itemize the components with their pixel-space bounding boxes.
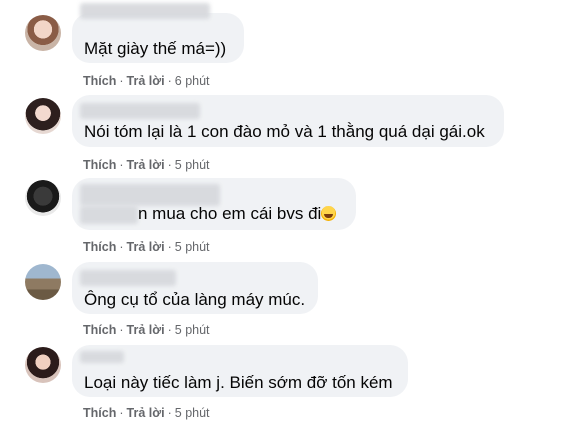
comment-text: Ông cụ tổ của làng máy múc. bbox=[84, 290, 306, 309]
blurred-name bbox=[80, 206, 138, 224]
comment-time[interactable]: 5 phút bbox=[175, 323, 210, 337]
comment-text: Nói tóm lại là 1 con đào mỏ và 1 thằng q… bbox=[84, 122, 485, 141]
comment-text-content: n mua cho em cái bvs đi bbox=[138, 204, 322, 223]
separator-dot: · bbox=[167, 240, 172, 254]
comment-actions: Thích · Trả lời · 6 phút bbox=[83, 74, 210, 88]
comment-bubble: Mặt giày thế má=)) bbox=[72, 3, 244, 63]
like-button[interactable]: Thích bbox=[83, 406, 116, 420]
like-button[interactable]: Thích bbox=[83, 240, 116, 254]
comment-bubble: n mua cho em cái bvs đi bbox=[72, 178, 356, 230]
separator-dot: · bbox=[167, 158, 172, 172]
like-button[interactable]: Thích bbox=[83, 74, 116, 88]
blurred-name bbox=[80, 351, 124, 363]
comment-actions: Thích · Trả lời · 5 phút bbox=[83, 158, 210, 172]
comment-text: Mặt giày thế má=)) bbox=[84, 39, 227, 58]
rofl-emoji-icon bbox=[321, 206, 337, 221]
comment-actions: Thích · Trả lời · 5 phút bbox=[83, 323, 210, 337]
reply-button[interactable]: Trả lời bbox=[127, 406, 165, 420]
comment-bubble: Ông cụ tổ của làng máy múc. bbox=[72, 262, 318, 314]
comment-time[interactable]: 5 phút bbox=[175, 158, 210, 172]
reply-button[interactable]: Trả lời bbox=[127, 74, 165, 88]
comment-bubble: Loại này tiếc làm j. Biến sớm đỡ tốn kém bbox=[72, 345, 408, 397]
comment-text: Loại này tiếc làm j. Biến sớm đỡ tốn kém bbox=[84, 373, 393, 392]
avatar[interactable] bbox=[25, 98, 61, 134]
comment-time[interactable]: 6 phút bbox=[175, 74, 210, 88]
separator-dot: · bbox=[119, 158, 124, 172]
avatar[interactable] bbox=[25, 180, 61, 216]
separator-dot: · bbox=[119, 74, 124, 88]
like-button[interactable]: Thích bbox=[83, 158, 116, 172]
comment-text: n mua cho em cái bvs đi bbox=[138, 203, 337, 225]
blurred-name bbox=[80, 270, 176, 286]
avatar[interactable] bbox=[25, 347, 61, 383]
comment-actions: Thích · Trả lời · 5 phút bbox=[83, 240, 210, 254]
separator-dot: · bbox=[119, 406, 124, 420]
separator-dot: · bbox=[167, 323, 172, 337]
separator-dot: · bbox=[167, 74, 172, 88]
comment-time[interactable]: 5 phút bbox=[175, 240, 210, 254]
separator-dot: · bbox=[167, 406, 172, 420]
reply-button[interactable]: Trả lời bbox=[127, 158, 165, 172]
blurred-name bbox=[80, 103, 200, 119]
avatar[interactable] bbox=[25, 15, 61, 51]
reply-button[interactable]: Trả lời bbox=[127, 240, 165, 254]
separator-dot: · bbox=[119, 240, 124, 254]
like-button[interactable]: Thích bbox=[83, 323, 116, 337]
separator-dot: · bbox=[119, 323, 124, 337]
blurred-name bbox=[80, 3, 210, 19]
reply-button[interactable]: Trả lời bbox=[127, 323, 165, 337]
comment-bubble: Nói tóm lại là 1 con đào mỏ và 1 thằng q… bbox=[72, 95, 504, 147]
comment-actions: Thích · Trả lời · 5 phút bbox=[83, 406, 210, 420]
comment-time[interactable]: 5 phút bbox=[175, 406, 210, 420]
avatar[interactable] bbox=[25, 264, 61, 300]
